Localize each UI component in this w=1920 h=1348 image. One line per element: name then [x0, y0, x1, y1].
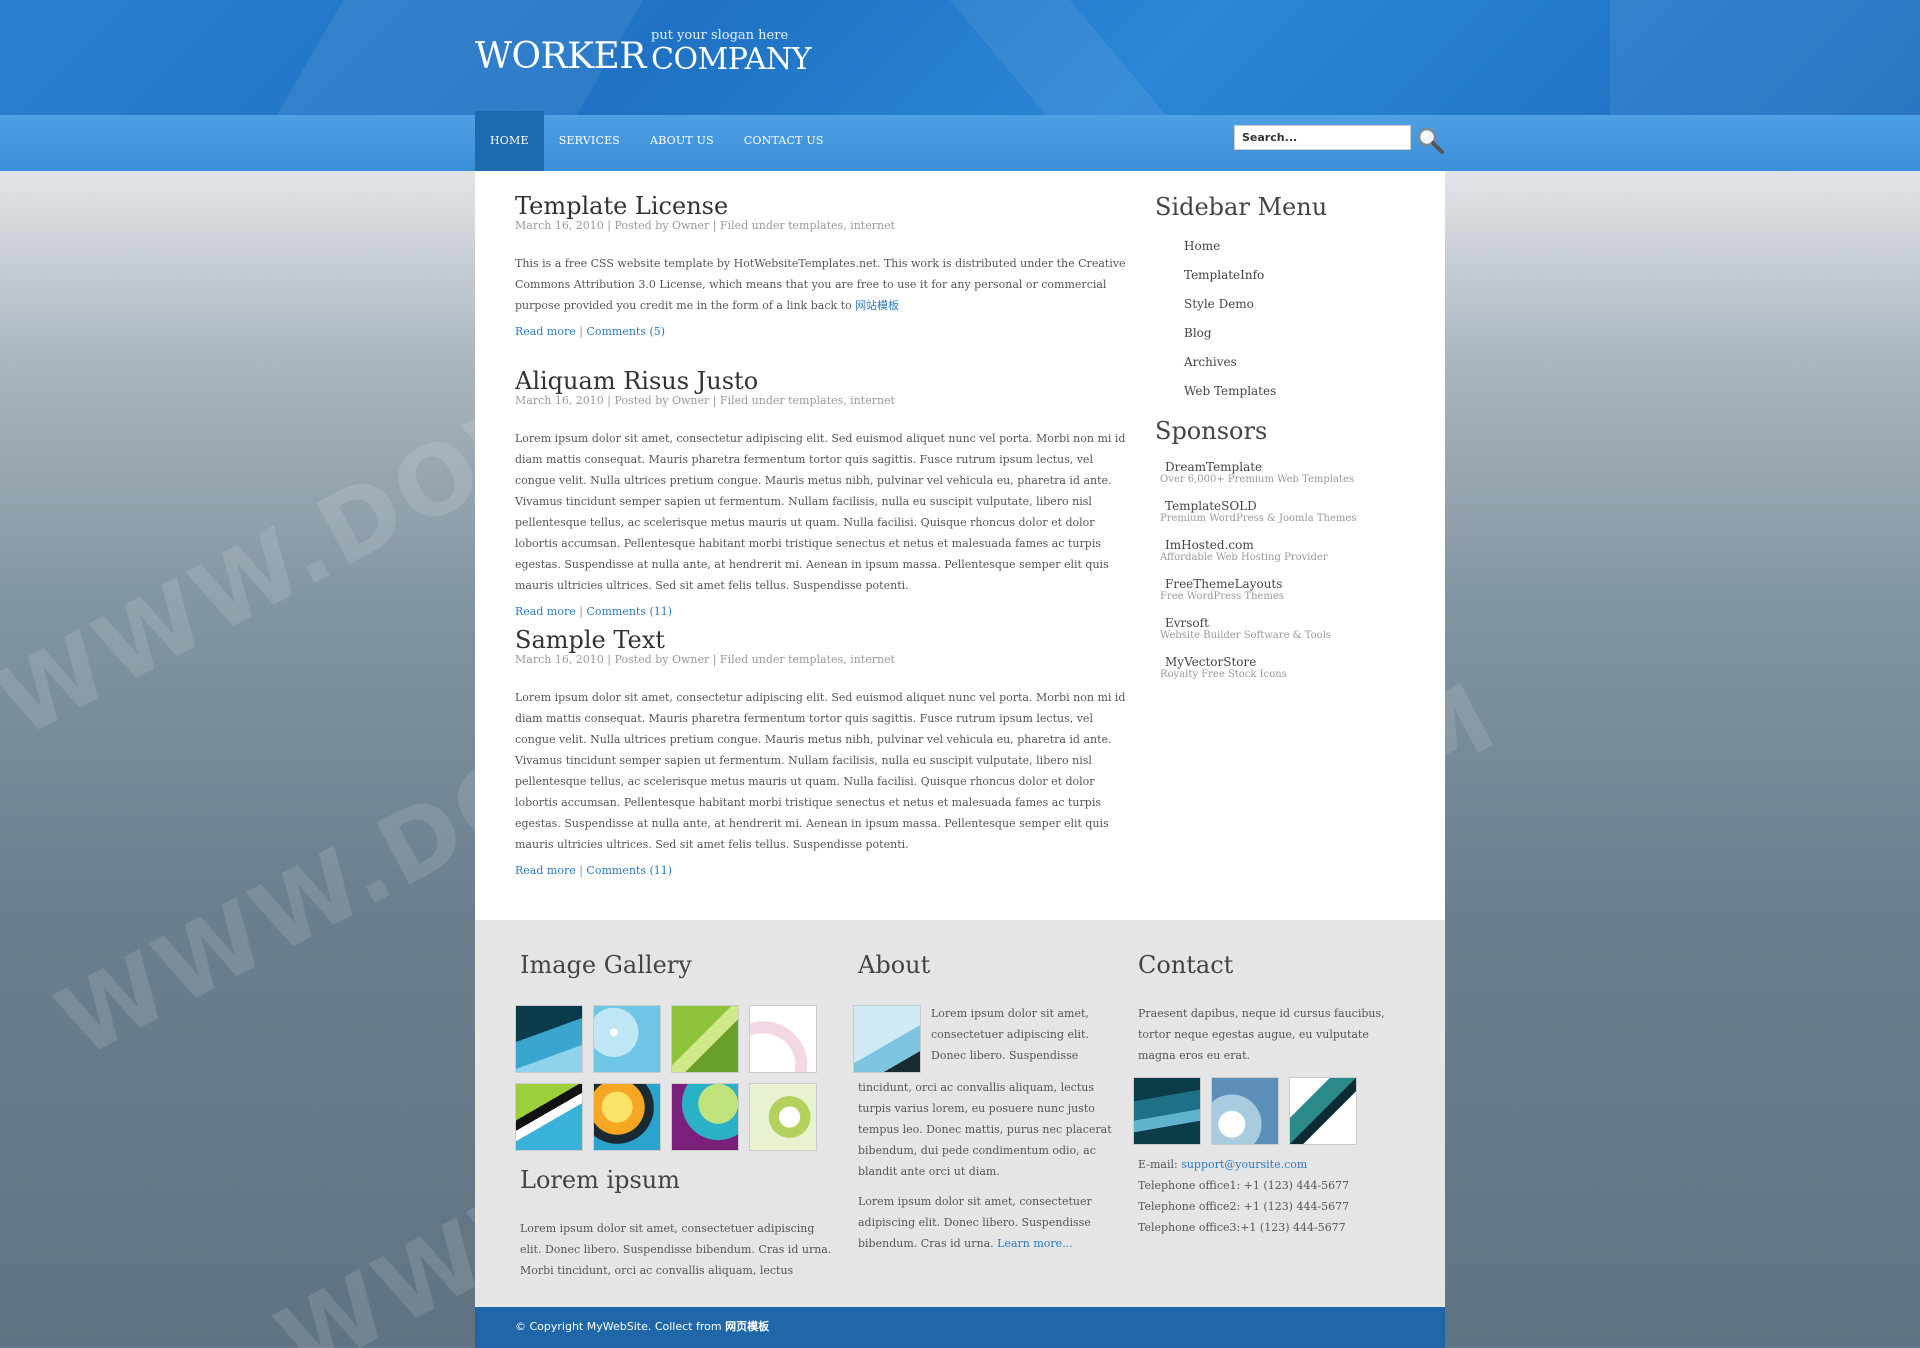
nav-contact-us[interactable]: CONTACT US [729, 111, 839, 171]
telephone-3: Telephone office3:+1 (123) 444-5677 [1138, 1221, 1346, 1234]
header-banner [0, 0, 1920, 115]
comments-link[interactable]: Comments (11) [586, 864, 672, 877]
telephone-1: Telephone office1: +1 (123) 444-5677 [1138, 1179, 1350, 1192]
post-meta: March 16, 2010 | Posted by Owner | Filed… [515, 653, 895, 666]
logo-slogan: put your slogan here [651, 28, 789, 43]
sponsor-item[interactable]: TemplateSOLD Premium WordPress & Joomla T… [1155, 499, 1425, 525]
contact-thumb[interactable] [1133, 1077, 1201, 1145]
nav-services[interactable]: SERVICES [544, 111, 635, 171]
post-links: Read more | Comments (11) [515, 605, 673, 618]
about-thumb [853, 1005, 921, 1073]
comments-link[interactable]: Comments (11) [586, 605, 672, 618]
gallery-thumb[interactable] [749, 1005, 817, 1073]
sidebar-item-home[interactable]: Home [1184, 232, 1425, 261]
gallery-title: Image Gallery [520, 951, 692, 979]
contact-thumb[interactable] [1211, 1077, 1279, 1145]
email-link[interactable]: support@yoursite.com [1181, 1158, 1307, 1171]
post-title[interactable]: Template License [515, 193, 1135, 219]
comments-link[interactable]: Comments (5) [586, 325, 665, 338]
sidebar-item-blog[interactable]: Blog [1184, 319, 1425, 348]
about-text-3: Lorem ipsum dolor sit amet, consectetuer… [858, 1195, 1092, 1250]
lorem-text: Lorem ipsum dolor sit amet, consectetuer… [520, 1222, 832, 1277]
post: Template License March 16, 2010 | Posted… [515, 193, 1135, 338]
sidebar-item-style-demo[interactable]: Style Demo [1184, 290, 1425, 319]
sponsor-item[interactable]: ImHosted.com Affordable Web Hosting Provi… [1155, 538, 1425, 564]
gallery-thumb[interactable] [593, 1005, 661, 1073]
post-meta: March 16, 2010 | Posted by Owner | Filed… [515, 219, 895, 232]
post-body: This is a free CSS website template by H… [515, 257, 1126, 312]
read-more-link[interactable]: Read more [515, 864, 576, 877]
post: Sample Text March 16, 2010 | Posted by O… [515, 627, 1135, 877]
gallery-thumb[interactable] [515, 1005, 583, 1073]
nav-bar [0, 115, 1920, 171]
read-more-link[interactable]: Read more [515, 605, 576, 618]
about-text-2: tincidunt, orci ac convallis aliquam, le… [858, 1081, 1112, 1178]
contact-details: E-mail: support@yoursite.com Telephone o… [1138, 1154, 1418, 1238]
post-meta: March 16, 2010 | Posted by Owner | Filed… [515, 394, 895, 407]
about-text-1: Lorem ipsum dolor sit amet, consectetuer… [931, 1007, 1089, 1062]
about-title: About [858, 951, 931, 979]
copyright-link[interactable]: 网页模板 [725, 1320, 769, 1333]
gallery-thumb[interactable] [671, 1005, 739, 1073]
telephone-2: Telephone office2: +1 (123) 444-5677 [1138, 1200, 1350, 1213]
sponsors-title: Sponsors [1155, 417, 1268, 445]
contact-thumb[interactable] [1289, 1077, 1357, 1145]
sponsor-list: DreamTemplate Over 6,000+ Premium Web Tem… [1155, 460, 1425, 681]
nav-home[interactable]: HOME [475, 111, 544, 171]
sidebar-menu-title: Sidebar Menu [1155, 193, 1328, 221]
sidebar: Sidebar Menu Home TemplateInfo Style Dem… [1155, 193, 1425, 694]
post-title[interactable]: Aliquam Risus Justo [515, 368, 1135, 394]
sponsor-item[interactable]: MyVectorStore Royalty Free Stock Icons [1155, 655, 1425, 681]
lorem-title: Lorem ipsum [520, 1166, 681, 1194]
gallery-thumb[interactable] [593, 1083, 661, 1151]
sponsor-item[interactable]: Evrsoft Website Builder Software & Tools [1155, 616, 1425, 642]
credit-link[interactable]: 网站模板 [855, 299, 899, 312]
sponsor-item[interactable]: FreeThemeLayouts Free WordPress Themes [1155, 577, 1425, 603]
post-body: Lorem ipsum dolor sit amet, consectetur … [515, 691, 1126, 851]
contact-text: Praesent dapibus, neque id cursus faucib… [1138, 1007, 1385, 1062]
post-links: Read more | Comments (5) [515, 325, 666, 338]
learn-more-link[interactable]: Learn more... [997, 1237, 1073, 1250]
logo-word-worker: WORKER [475, 36, 646, 77]
gallery-thumb[interactable] [671, 1083, 739, 1151]
post: Aliquam Risus Justo March 16, 2010 | Pos… [515, 368, 1135, 618]
gallery-thumb[interactable] [749, 1083, 817, 1151]
sponsor-item[interactable]: DreamTemplate Over 6,000+ Premium Web Tem… [1155, 460, 1425, 486]
copyright-text: © Copyright MyWebSite. Collect from 网页模板 [515, 1320, 770, 1333]
nav-about-us[interactable]: ABOUT US [635, 111, 729, 171]
sidebar-item-web-templates[interactable]: Web Templates [1184, 377, 1425, 406]
search-input[interactable]: Search... [1234, 125, 1411, 150]
search-icon[interactable] [1415, 125, 1447, 157]
post-body: Lorem ipsum dolor sit amet, consectetur … [515, 432, 1126, 592]
main-nav: HOME SERVICES ABOUT US CONTACT US [475, 111, 839, 171]
email-line: E-mail: support@yoursite.com [1138, 1158, 1308, 1171]
contact-title: Contact [1138, 951, 1234, 979]
post-title[interactable]: Sample Text [515, 627, 1135, 653]
sidebar-item-templateinfo[interactable]: TemplateInfo [1184, 261, 1425, 290]
sidebar-menu: Home TemplateInfo Style Demo Blog Archiv… [1184, 232, 1425, 406]
read-more-link[interactable]: Read more [515, 325, 576, 338]
sidebar-item-archives[interactable]: Archives [1184, 348, 1425, 377]
post-links: Read more | Comments (11) [515, 864, 673, 877]
gallery-thumb[interactable] [515, 1083, 583, 1151]
logo-word-company: COMPANY [651, 42, 811, 77]
